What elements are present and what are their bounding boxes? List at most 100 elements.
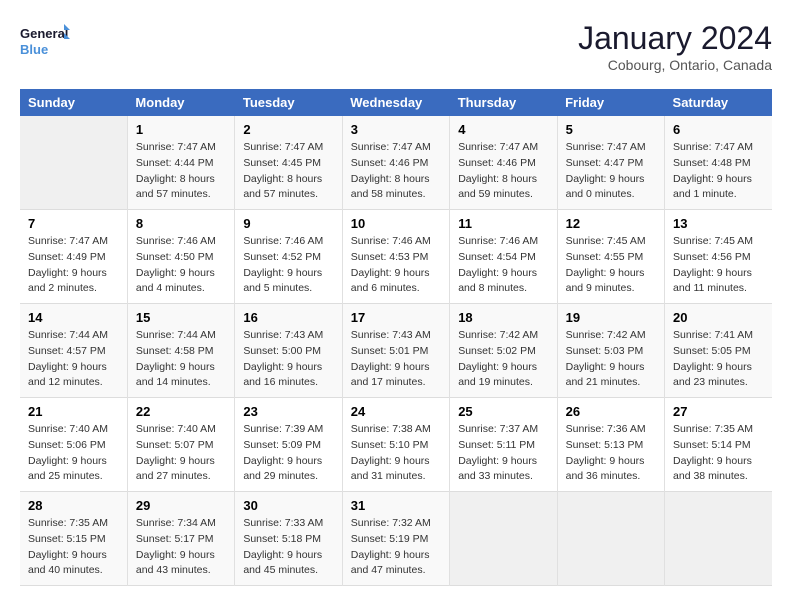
day-cell: 26 Sunrise: 7:36 AMSunset: 5:13 PMDaylig… bbox=[557, 398, 664, 492]
day-info: Sunrise: 7:42 AMSunset: 5:02 PMDaylight:… bbox=[458, 328, 548, 391]
title-block: January 2024 Cobourg, Ontario, Canada bbox=[578, 20, 772, 73]
day-number: 22 bbox=[136, 404, 226, 419]
day-info: Sunrise: 7:35 AMSunset: 5:15 PMDaylight:… bbox=[28, 516, 119, 579]
day-number: 16 bbox=[243, 310, 333, 325]
day-cell: 1 Sunrise: 7:47 AMSunset: 4:44 PMDayligh… bbox=[127, 116, 234, 210]
col-header-saturday: Saturday bbox=[665, 89, 772, 116]
day-info: Sunrise: 7:45 AMSunset: 4:55 PMDaylight:… bbox=[566, 234, 656, 297]
day-cell: 16 Sunrise: 7:43 AMSunset: 5:00 PMDaylig… bbox=[235, 304, 342, 398]
day-number: 29 bbox=[136, 498, 226, 513]
day-cell: 30 Sunrise: 7:33 AMSunset: 5:18 PMDaylig… bbox=[235, 492, 342, 586]
day-info: Sunrise: 7:43 AMSunset: 5:01 PMDaylight:… bbox=[351, 328, 441, 391]
day-info: Sunrise: 7:47 AMSunset: 4:49 PMDaylight:… bbox=[28, 234, 119, 297]
day-cell: 27 Sunrise: 7:35 AMSunset: 5:14 PMDaylig… bbox=[665, 398, 772, 492]
day-info: Sunrise: 7:45 AMSunset: 4:56 PMDaylight:… bbox=[673, 234, 764, 297]
day-info: Sunrise: 7:42 AMSunset: 5:03 PMDaylight:… bbox=[566, 328, 656, 391]
day-cell bbox=[665, 492, 772, 586]
day-number: 9 bbox=[243, 216, 333, 231]
day-cell: 5 Sunrise: 7:47 AMSunset: 4:47 PMDayligh… bbox=[557, 116, 664, 210]
day-number: 30 bbox=[243, 498, 333, 513]
day-number: 8 bbox=[136, 216, 226, 231]
day-cell bbox=[20, 116, 127, 210]
day-cell bbox=[557, 492, 664, 586]
day-cell: 2 Sunrise: 7:47 AMSunset: 4:45 PMDayligh… bbox=[235, 116, 342, 210]
day-cell: 8 Sunrise: 7:46 AMSunset: 4:50 PMDayligh… bbox=[127, 210, 234, 304]
month-year-title: January 2024 bbox=[578, 20, 772, 57]
day-number: 3 bbox=[351, 122, 441, 137]
day-number: 17 bbox=[351, 310, 441, 325]
logo: General Blue bbox=[20, 20, 70, 64]
day-info: Sunrise: 7:46 AMSunset: 4:50 PMDaylight:… bbox=[136, 234, 226, 297]
day-number: 7 bbox=[28, 216, 119, 231]
day-info: Sunrise: 7:46 AMSunset: 4:52 PMDaylight:… bbox=[243, 234, 333, 297]
day-number: 10 bbox=[351, 216, 441, 231]
day-cell: 12 Sunrise: 7:45 AMSunset: 4:55 PMDaylig… bbox=[557, 210, 664, 304]
day-cell: 19 Sunrise: 7:42 AMSunset: 5:03 PMDaylig… bbox=[557, 304, 664, 398]
day-info: Sunrise: 7:41 AMSunset: 5:05 PMDaylight:… bbox=[673, 328, 764, 391]
day-cell: 25 Sunrise: 7:37 AMSunset: 5:11 PMDaylig… bbox=[450, 398, 557, 492]
day-number: 13 bbox=[673, 216, 764, 231]
location-subtitle: Cobourg, Ontario, Canada bbox=[578, 57, 772, 73]
day-cell: 7 Sunrise: 7:47 AMSunset: 4:49 PMDayligh… bbox=[20, 210, 127, 304]
col-header-tuesday: Tuesday bbox=[235, 89, 342, 116]
day-info: Sunrise: 7:44 AMSunset: 4:57 PMDaylight:… bbox=[28, 328, 119, 391]
day-info: Sunrise: 7:36 AMSunset: 5:13 PMDaylight:… bbox=[566, 422, 656, 485]
logo-svg: General Blue bbox=[20, 20, 70, 64]
day-info: Sunrise: 7:47 AMSunset: 4:45 PMDaylight:… bbox=[243, 140, 333, 203]
day-number: 6 bbox=[673, 122, 764, 137]
week-row-1: 1 Sunrise: 7:47 AMSunset: 4:44 PMDayligh… bbox=[20, 116, 772, 210]
day-info: Sunrise: 7:38 AMSunset: 5:10 PMDaylight:… bbox=[351, 422, 441, 485]
day-number: 2 bbox=[243, 122, 333, 137]
day-cell: 29 Sunrise: 7:34 AMSunset: 5:17 PMDaylig… bbox=[127, 492, 234, 586]
day-info: Sunrise: 7:47 AMSunset: 4:47 PMDaylight:… bbox=[566, 140, 656, 203]
day-number: 1 bbox=[136, 122, 226, 137]
day-cell: 10 Sunrise: 7:46 AMSunset: 4:53 PMDaylig… bbox=[342, 210, 449, 304]
day-info: Sunrise: 7:47 AMSunset: 4:44 PMDaylight:… bbox=[136, 140, 226, 203]
day-number: 25 bbox=[458, 404, 548, 419]
day-info: Sunrise: 7:44 AMSunset: 4:58 PMDaylight:… bbox=[136, 328, 226, 391]
week-row-4: 21 Sunrise: 7:40 AMSunset: 5:06 PMDaylig… bbox=[20, 398, 772, 492]
day-info: Sunrise: 7:32 AMSunset: 5:19 PMDaylight:… bbox=[351, 516, 441, 579]
col-header-wednesday: Wednesday bbox=[342, 89, 449, 116]
week-row-2: 7 Sunrise: 7:47 AMSunset: 4:49 PMDayligh… bbox=[20, 210, 772, 304]
day-number: 11 bbox=[458, 216, 548, 231]
day-info: Sunrise: 7:47 AMSunset: 4:46 PMDaylight:… bbox=[351, 140, 441, 203]
day-info: Sunrise: 7:40 AMSunset: 5:06 PMDaylight:… bbox=[28, 422, 119, 485]
day-info: Sunrise: 7:33 AMSunset: 5:18 PMDaylight:… bbox=[243, 516, 333, 579]
svg-text:Blue: Blue bbox=[20, 42, 48, 57]
day-number: 23 bbox=[243, 404, 333, 419]
page-header: General Blue January 2024 Cobourg, Ontar… bbox=[20, 20, 772, 73]
day-info: Sunrise: 7:46 AMSunset: 4:53 PMDaylight:… bbox=[351, 234, 441, 297]
day-cell: 21 Sunrise: 7:40 AMSunset: 5:06 PMDaylig… bbox=[20, 398, 127, 492]
day-number: 18 bbox=[458, 310, 548, 325]
day-number: 20 bbox=[673, 310, 764, 325]
col-header-sunday: Sunday bbox=[20, 89, 127, 116]
day-cell: 31 Sunrise: 7:32 AMSunset: 5:19 PMDaylig… bbox=[342, 492, 449, 586]
day-cell: 22 Sunrise: 7:40 AMSunset: 5:07 PMDaylig… bbox=[127, 398, 234, 492]
day-info: Sunrise: 7:47 AMSunset: 4:48 PMDaylight:… bbox=[673, 140, 764, 203]
day-info: Sunrise: 7:34 AMSunset: 5:17 PMDaylight:… bbox=[136, 516, 226, 579]
calendar-header-row: SundayMondayTuesdayWednesdayThursdayFrid… bbox=[20, 89, 772, 116]
day-number: 28 bbox=[28, 498, 119, 513]
day-cell: 4 Sunrise: 7:47 AMSunset: 4:46 PMDayligh… bbox=[450, 116, 557, 210]
week-row-5: 28 Sunrise: 7:35 AMSunset: 5:15 PMDaylig… bbox=[20, 492, 772, 586]
day-number: 26 bbox=[566, 404, 656, 419]
calendar-table: SundayMondayTuesdayWednesdayThursdayFrid… bbox=[20, 89, 772, 586]
day-info: Sunrise: 7:35 AMSunset: 5:14 PMDaylight:… bbox=[673, 422, 764, 485]
day-cell bbox=[450, 492, 557, 586]
day-cell: 24 Sunrise: 7:38 AMSunset: 5:10 PMDaylig… bbox=[342, 398, 449, 492]
day-info: Sunrise: 7:40 AMSunset: 5:07 PMDaylight:… bbox=[136, 422, 226, 485]
col-header-monday: Monday bbox=[127, 89, 234, 116]
day-number: 14 bbox=[28, 310, 119, 325]
day-cell: 14 Sunrise: 7:44 AMSunset: 4:57 PMDaylig… bbox=[20, 304, 127, 398]
day-cell: 23 Sunrise: 7:39 AMSunset: 5:09 PMDaylig… bbox=[235, 398, 342, 492]
day-info: Sunrise: 7:46 AMSunset: 4:54 PMDaylight:… bbox=[458, 234, 548, 297]
day-cell: 20 Sunrise: 7:41 AMSunset: 5:05 PMDaylig… bbox=[665, 304, 772, 398]
day-number: 15 bbox=[136, 310, 226, 325]
day-number: 5 bbox=[566, 122, 656, 137]
day-number: 24 bbox=[351, 404, 441, 419]
day-cell: 11 Sunrise: 7:46 AMSunset: 4:54 PMDaylig… bbox=[450, 210, 557, 304]
day-number: 4 bbox=[458, 122, 548, 137]
day-info: Sunrise: 7:37 AMSunset: 5:11 PMDaylight:… bbox=[458, 422, 548, 485]
day-info: Sunrise: 7:39 AMSunset: 5:09 PMDaylight:… bbox=[243, 422, 333, 485]
